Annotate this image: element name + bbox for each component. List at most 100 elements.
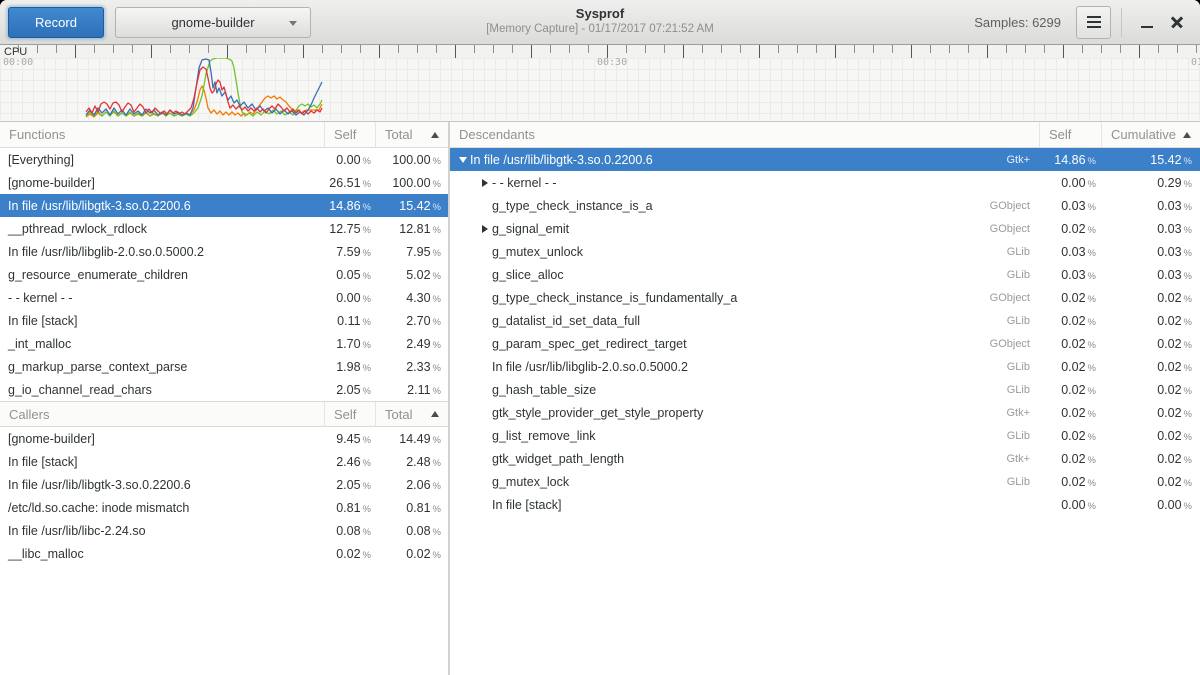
descendant-name: In file /usr/lib/libgtk-3.so.0.2200.6 bbox=[470, 153, 653, 167]
column-header-cumulative[interactable]: Cumulative bbox=[1102, 122, 1200, 147]
table-row[interactable]: __libc_malloc 0.02% 0.02% bbox=[0, 542, 448, 565]
function-name: g_markup_parse_context_parse bbox=[0, 360, 325, 374]
record-button[interactable]: Record bbox=[8, 7, 104, 38]
time-label-middle: 00:30 bbox=[597, 57, 627, 68]
percent-sign: % bbox=[363, 386, 371, 397]
function-name: g_resource_enumerate_children bbox=[0, 268, 325, 282]
table-row[interactable]: gtk_widget_path_length Gtk+ 0.02% 0.02% bbox=[450, 447, 1200, 470]
percent-sign: % bbox=[433, 179, 441, 190]
percent-sign: % bbox=[1184, 340, 1192, 351]
table-row[interactable]: _int_malloc 1.70% 2.49% bbox=[0, 332, 448, 355]
percent-sign: % bbox=[1088, 478, 1096, 489]
table-row[interactable]: In file /usr/lib/libglib-2.0.so.0.5000.2… bbox=[450, 355, 1200, 378]
table-row[interactable]: g_markup_parse_context_parse 1.98% 2.33% bbox=[0, 355, 448, 378]
descendant-name: g_type_check_instance_is_fundamentally_a bbox=[492, 291, 737, 305]
self-percent: 0.03% bbox=[1040, 245, 1102, 259]
functions-table: [Everything] 0.00% 100.00% [gnome-builde… bbox=[0, 148, 448, 401]
self-percent: 0.02% bbox=[1040, 406, 1102, 420]
sort-ascending-icon bbox=[431, 411, 439, 417]
table-row[interactable]: g_signal_emit GObject 0.02% 0.03% bbox=[450, 217, 1200, 240]
table-row[interactable]: g_mutex_unlock GLib 0.03% 0.03% bbox=[450, 240, 1200, 263]
chevron-down-icon bbox=[289, 21, 297, 26]
cumulative-percent: 15.42% bbox=[1102, 153, 1200, 167]
cpu-timeline[interactable]: CPU 00:00 00:30 01:00 bbox=[0, 45, 1200, 122]
library-badge: GObject bbox=[970, 223, 1040, 235]
self-percent: 12.75% bbox=[325, 222, 376, 236]
column-header-total[interactable]: Total bbox=[376, 402, 448, 426]
caller-name: /etc/ld.so.cache: inode mismatch bbox=[0, 501, 325, 515]
percent-sign: % bbox=[363, 340, 371, 351]
percent-sign: % bbox=[1088, 179, 1096, 190]
table-row[interactable]: g_type_check_instance_is_a GObject 0.03%… bbox=[450, 194, 1200, 217]
column-header-total[interactable]: Total bbox=[376, 122, 448, 147]
table-row[interactable]: g_datalist_id_set_data_full GLib 0.02% 0… bbox=[450, 309, 1200, 332]
table-row[interactable]: g_hash_table_size GLib 0.02% 0.02% bbox=[450, 378, 1200, 401]
percent-sign: % bbox=[1184, 156, 1192, 167]
percent-sign: % bbox=[433, 248, 441, 259]
caller-name: In file [stack] bbox=[0, 455, 325, 469]
table-row[interactable]: gtk_style_provider_get_style_property Gt… bbox=[450, 401, 1200, 424]
column-header-self[interactable]: Self bbox=[1040, 122, 1102, 147]
expander-icon[interactable] bbox=[478, 225, 492, 233]
table-row[interactable]: In file /usr/lib/libgtk-3.so.0.2200.6 Gt… bbox=[450, 148, 1200, 171]
table-row[interactable]: In file [stack] 0.11% 2.70% bbox=[0, 309, 448, 332]
descendant-name: In file [stack] bbox=[492, 498, 561, 512]
cumulative-percent: 0.02% bbox=[1102, 314, 1200, 328]
table-row[interactable]: - - kernel - - 0.00% 4.30% bbox=[0, 286, 448, 309]
table-row[interactable]: In file /usr/lib/libc-2.24.so 0.08% 0.08… bbox=[0, 519, 448, 542]
self-percent: 0.08% bbox=[325, 524, 376, 538]
table-row[interactable]: In file /usr/lib/libglib-2.0.so.0.5000.2… bbox=[0, 240, 448, 263]
descendant-name: g_mutex_lock bbox=[492, 475, 569, 489]
percent-sign: % bbox=[433, 435, 441, 446]
caller-name: __libc_malloc bbox=[0, 547, 325, 561]
caller-name: In file /usr/lib/libgtk-3.so.0.2200.6 bbox=[0, 478, 325, 492]
column-header-self[interactable]: Self bbox=[325, 402, 376, 426]
table-row[interactable]: /etc/ld.so.cache: inode mismatch 0.81% 0… bbox=[0, 496, 448, 519]
table-row[interactable]: In file /usr/lib/libgtk-3.so.0.2200.6 2.… bbox=[0, 473, 448, 496]
expander-icon[interactable] bbox=[478, 179, 492, 187]
total-percent: 0.08% bbox=[376, 524, 448, 538]
percent-sign: % bbox=[433, 458, 441, 469]
column-header-functions[interactable]: Functions bbox=[0, 122, 325, 147]
table-row[interactable]: [gnome-builder] 9.45% 14.49% bbox=[0, 427, 448, 450]
table-row[interactable]: g_slice_alloc GLib 0.03% 0.03% bbox=[450, 263, 1200, 286]
close-button[interactable] bbox=[1162, 6, 1192, 39]
descendant-name: g_param_spec_get_redirect_target bbox=[492, 337, 687, 351]
menu-button[interactable] bbox=[1076, 6, 1111, 39]
cumulative-percent: 0.02% bbox=[1102, 360, 1200, 374]
time-label-end: 01:00 bbox=[1191, 57, 1200, 68]
table-row[interactable]: g_list_remove_link GLib 0.02% 0.02% bbox=[450, 424, 1200, 447]
table-row[interactable]: In file /usr/lib/libgtk-3.so.0.2200.6 14… bbox=[0, 194, 448, 217]
percent-sign: % bbox=[363, 481, 371, 492]
table-row[interactable]: [Everything] 0.00% 100.00% bbox=[0, 148, 448, 171]
table-row[interactable]: g_mutex_lock GLib 0.02% 0.02% bbox=[450, 470, 1200, 493]
table-row[interactable]: In file [stack] 2.46% 2.48% bbox=[0, 450, 448, 473]
table-row[interactable]: [gnome-builder] 26.51% 100.00% bbox=[0, 171, 448, 194]
table-row[interactable]: In file [stack] 0.00% 0.00% bbox=[450, 493, 1200, 516]
self-percent: 7.59% bbox=[325, 245, 376, 259]
column-header-self[interactable]: Self bbox=[325, 122, 376, 147]
table-row[interactable]: g_resource_enumerate_children 0.05% 5.02… bbox=[0, 263, 448, 286]
column-header-callers[interactable]: Callers bbox=[0, 402, 325, 426]
percent-sign: % bbox=[363, 458, 371, 469]
self-percent: 0.02% bbox=[325, 547, 376, 561]
column-header-descendants[interactable]: Descendants bbox=[450, 122, 1040, 147]
caller-name: [gnome-builder] bbox=[0, 432, 325, 446]
percent-sign: % bbox=[433, 550, 441, 561]
cumulative-percent: 0.29% bbox=[1102, 176, 1200, 190]
minimize-button[interactable] bbox=[1132, 6, 1162, 39]
descendants-table-header: Descendants Self Cumulative bbox=[450, 122, 1200, 148]
self-percent: 0.02% bbox=[1040, 222, 1102, 236]
table-row[interactable]: g_io_channel_read_chars 2.05% 2.11% bbox=[0, 378, 448, 401]
library-badge: GObject bbox=[970, 292, 1040, 304]
cumulative-percent: 0.02% bbox=[1102, 429, 1200, 443]
table-row[interactable]: - - kernel - - 0.00% 0.29% bbox=[450, 171, 1200, 194]
expander-icon[interactable] bbox=[456, 157, 470, 163]
table-row[interactable]: g_param_spec_get_redirect_target GObject… bbox=[450, 332, 1200, 355]
target-selector-dropdown[interactable]: gnome-builder bbox=[115, 7, 311, 38]
table-row[interactable]: g_type_check_instance_is_fundamentally_a… bbox=[450, 286, 1200, 309]
percent-sign: % bbox=[363, 550, 371, 561]
sort-ascending-icon bbox=[1183, 132, 1191, 138]
table-row[interactable]: __pthread_rwlock_rdlock 12.75% 12.81% bbox=[0, 217, 448, 240]
close-icon bbox=[1170, 15, 1184, 29]
